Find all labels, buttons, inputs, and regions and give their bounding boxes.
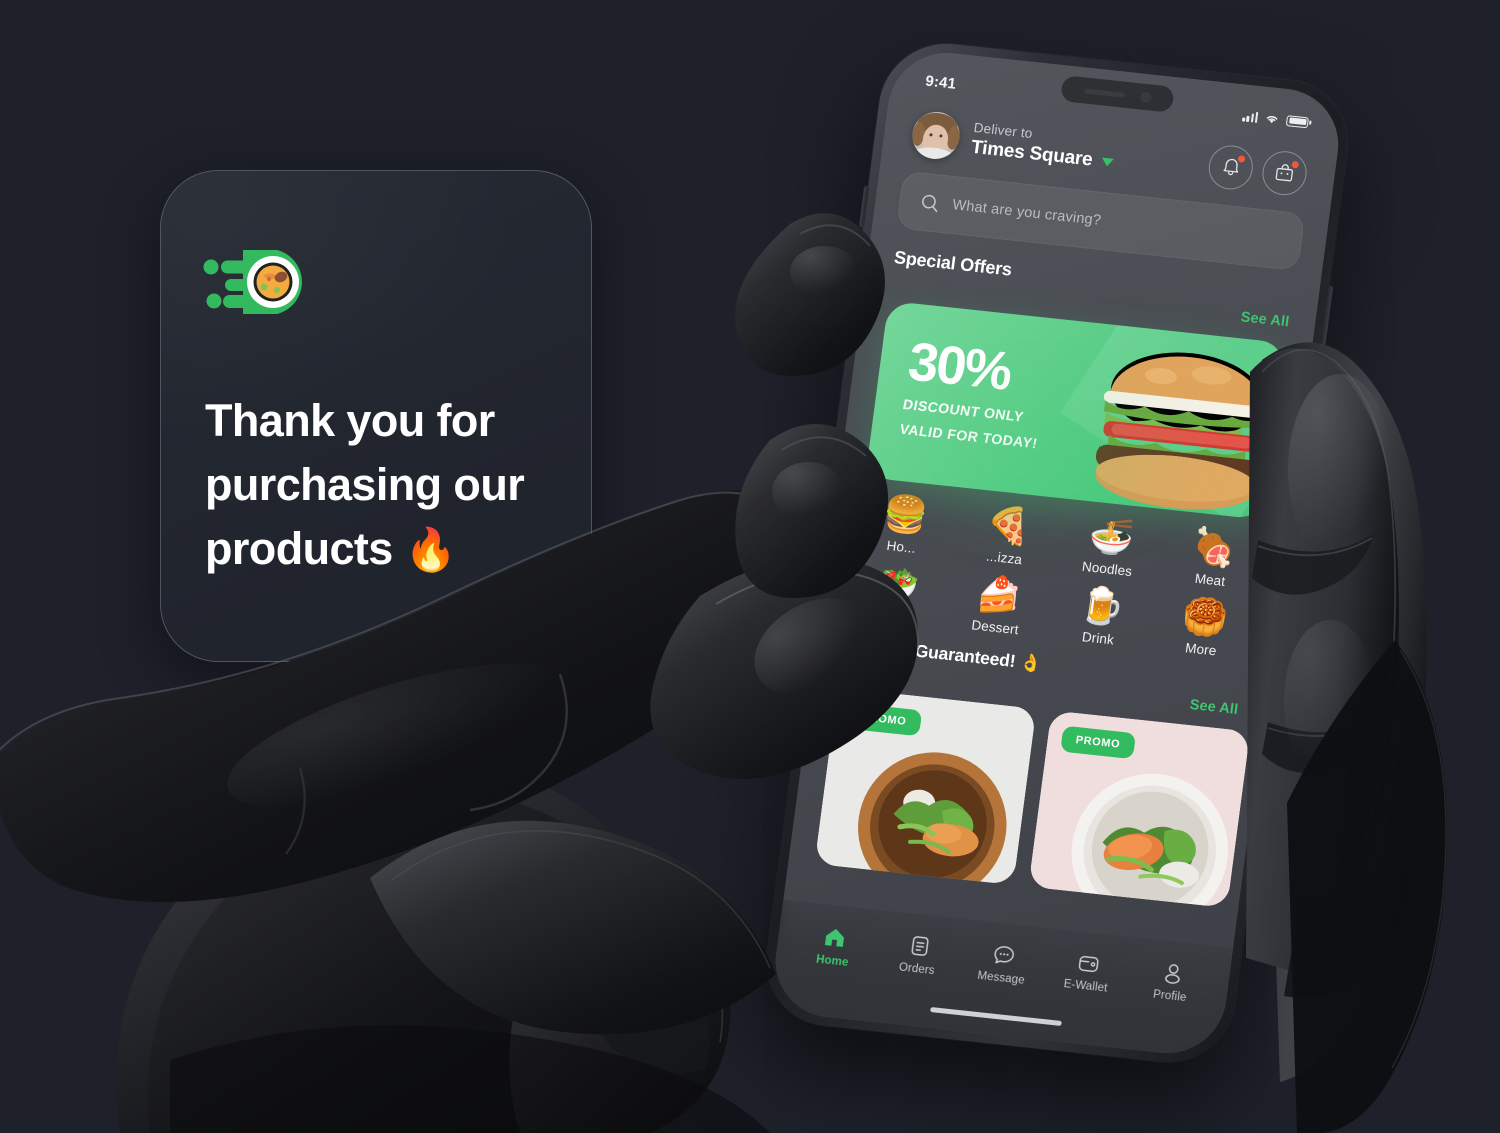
category-item-vegetables[interactable]: 🥗 ...ta.. xyxy=(841,561,950,629)
home-icon xyxy=(825,928,845,947)
person-icon xyxy=(1164,964,1180,984)
category-item-drink[interactable]: 🍺 Drink xyxy=(1047,583,1156,651)
vegetable-icon: 🥗 xyxy=(871,560,922,607)
ok-hand-emoji: 👌 xyxy=(1018,651,1043,674)
nav-label: Orders xyxy=(898,961,936,978)
dessert-icon: 🍰 xyxy=(974,571,1025,618)
user-avatar[interactable] xyxy=(909,109,963,162)
nav-item-home[interactable]: Home xyxy=(799,922,870,971)
cart-badge xyxy=(1291,160,1300,169)
cellular-signal-icon xyxy=(1242,110,1259,123)
nav-item-message[interactable]: Message xyxy=(967,940,1038,988)
category-label: Meat xyxy=(1193,570,1227,589)
nav-item-profile[interactable]: Profile xyxy=(1136,958,1207,1006)
search-placeholder: What are you craving? xyxy=(951,197,1103,229)
search-icon xyxy=(922,194,938,212)
nav-label: Profile xyxy=(1152,988,1188,1005)
delivery-location-block[interactable]: Deliver to Times Square xyxy=(970,120,1199,183)
chevron-down-icon[interactable] xyxy=(1100,157,1114,167)
notification-button[interactable] xyxy=(1206,142,1256,192)
banner-glow xyxy=(856,352,1226,562)
category-item-more[interactable]: 🥮 More xyxy=(1149,594,1258,662)
nav-item-orders[interactable]: Orders xyxy=(883,931,954,979)
front-camera xyxy=(1139,90,1152,103)
nav-item-ewallet[interactable]: E-Wallet xyxy=(1052,949,1123,996)
wifi-icon xyxy=(1267,115,1278,123)
notification-badge xyxy=(1237,154,1246,163)
category-label: More xyxy=(1184,640,1218,659)
mockup-stage: Thank you for purchasing our products 🔥 … xyxy=(0,0,1500,1133)
category-label: ...ta.. xyxy=(875,607,909,626)
category-item-dessert[interactable]: 🍰 Dessert xyxy=(944,572,1053,640)
status-icons xyxy=(1242,108,1312,128)
chat-bubble-icon xyxy=(994,946,1014,964)
nav-label: Home xyxy=(815,953,850,969)
header-actions xyxy=(1206,142,1310,197)
drink-icon: 🍺 xyxy=(1077,582,1128,629)
thank-you-card: Thank you for purchasing our products 🔥 xyxy=(160,170,592,662)
power-button[interactable] xyxy=(1316,285,1334,376)
status-time: 9:41 xyxy=(924,72,958,93)
food-card[interactable]: PROMO xyxy=(1028,710,1251,908)
brand-logo-icon xyxy=(203,243,325,321)
thank-you-message: Thank you for purchasing our products 🔥 xyxy=(205,395,525,574)
cart-button[interactable] xyxy=(1259,148,1310,197)
nav-label: E-Wallet xyxy=(1062,978,1109,995)
food-card[interactable]: PROMO xyxy=(814,687,1037,886)
wallet-icon xyxy=(1078,955,1099,972)
fire-emoji: 🔥 xyxy=(404,525,457,573)
special-offers-see-all[interactable]: See All xyxy=(1240,309,1290,330)
more-icon: 🥮 xyxy=(1180,593,1231,640)
nav-label: Message xyxy=(976,969,1026,987)
orders-document-icon xyxy=(911,936,929,956)
battery-full-icon xyxy=(1286,114,1312,129)
speaker-grille xyxy=(1083,87,1125,98)
